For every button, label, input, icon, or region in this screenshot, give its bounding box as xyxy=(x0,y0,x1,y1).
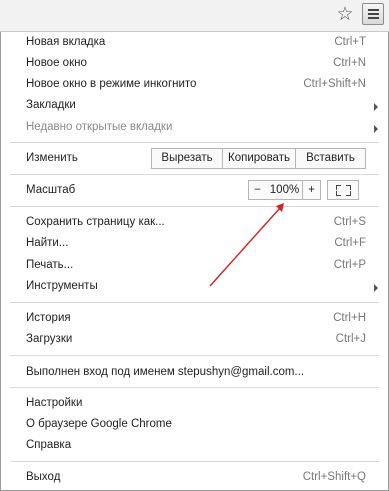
browser-toolbar: ☆ xyxy=(0,0,389,32)
menu-item-label: Сохранить страницу как... xyxy=(26,216,165,228)
zoom-in-button[interactable]: + xyxy=(302,180,321,200)
menu-item-label: Справка xyxy=(26,439,72,451)
menu-item-label: Настройки xyxy=(26,397,83,409)
menu-item-label: О браузере Google Chrome xyxy=(26,418,172,430)
hamburger-icon-line xyxy=(368,13,379,15)
menu-item-help[interactable]: Справка xyxy=(0,435,389,456)
menu-item-label: Недавно открытые вкладки xyxy=(26,121,173,133)
menu-item-new-window[interactable]: Новое окно Ctrl+N xyxy=(0,53,389,74)
menu-item-bookmarks[interactable]: Закладки xyxy=(0,95,389,116)
fullscreen-button[interactable] xyxy=(327,180,359,200)
menu-separator xyxy=(10,142,379,143)
menu-item-label: Найти... xyxy=(26,237,69,249)
menu-item-shortcut: Ctrl+T xyxy=(334,36,366,48)
menu-item-tools[interactable]: Инструменты xyxy=(0,276,389,297)
menu-item-find[interactable]: Найти... Ctrl+F xyxy=(0,233,389,254)
hamburger-icon-line xyxy=(368,17,379,19)
cut-button[interactable]: Вырезать xyxy=(151,148,223,169)
menu-item-label: Инструменты xyxy=(26,280,98,292)
menu-item-label: Печать... xyxy=(26,259,74,271)
menu-item-recent-tabs[interactable]: Недавно открытые вкладки xyxy=(0,117,389,138)
menu-item-shortcut: Ctrl+F xyxy=(334,237,366,249)
menu-separator xyxy=(10,174,379,175)
menu-item-signed-in[interactable]: Выполнен вход под именем stepushyn@gmail… xyxy=(0,362,389,383)
fullscreen-icon-corner xyxy=(336,191,341,196)
fullscreen-icon-corner xyxy=(346,191,351,196)
menu-item-shortcut: Ctrl+H xyxy=(333,312,366,324)
copy-button[interactable]: Копировать xyxy=(222,148,296,169)
menu-item-label: Новое окно в режиме инкогнито xyxy=(26,78,197,90)
menu-item-exit[interactable]: Выход Ctrl+Shift+Q xyxy=(0,467,389,488)
menu-separator xyxy=(10,387,379,388)
menu-item-label: История xyxy=(26,312,71,324)
menu-item-print[interactable]: Печать... Ctrl+P xyxy=(0,255,389,276)
menu-item-label: Закладки xyxy=(26,99,76,111)
chrome-menu-button[interactable] xyxy=(362,3,384,25)
menu-item-shortcut: Ctrl+Shift+Q xyxy=(302,471,366,483)
submenu-arrow-icon xyxy=(374,103,378,111)
menu-item-history[interactable]: История Ctrl+H xyxy=(0,308,389,329)
menu-item-label: Новое окно xyxy=(26,57,87,69)
signed-in-label: Выполнен вход под именем stepushyn@gmail… xyxy=(26,366,305,378)
menu-separator xyxy=(10,461,379,462)
menu-separator xyxy=(10,302,379,303)
hamburger-icon xyxy=(368,9,379,11)
menu-item-shortcut: Ctrl+P xyxy=(333,259,366,271)
zoom-level-value: 100% xyxy=(266,180,303,200)
bookmark-star-icon[interactable]: ☆ xyxy=(335,5,355,25)
menu-item-label: Новая вкладка xyxy=(26,36,106,48)
menu-item-about[interactable]: О браузере Google Chrome xyxy=(0,414,389,435)
submenu-arrow-icon xyxy=(374,125,378,133)
menu-item-incognito[interactable]: Новое окно в режиме инкогнито Ctrl+Shift… xyxy=(0,74,389,95)
zoom-out-button[interactable]: − xyxy=(248,180,267,200)
menu-separator xyxy=(10,355,379,356)
menu-item-shortcut: Ctrl+J xyxy=(335,333,366,345)
menu-item-label: Загрузки xyxy=(26,333,73,345)
edit-label: Изменить xyxy=(26,152,78,164)
menu-separator xyxy=(10,206,379,207)
zoom-label: Масштаб xyxy=(26,184,76,196)
submenu-arrow-icon xyxy=(374,284,378,292)
menu-item-downloads[interactable]: Загрузки Ctrl+J xyxy=(0,329,389,350)
menu-item-settings[interactable]: Настройки xyxy=(0,393,389,414)
fullscreen-icon-corner xyxy=(346,185,351,190)
menu-item-shortcut: Ctrl+N xyxy=(333,57,366,69)
menu-item-label: Выход xyxy=(26,471,61,483)
menu-item-shortcut: Ctrl+S xyxy=(333,216,366,228)
paste-button[interactable]: Вставить xyxy=(295,148,366,169)
fullscreen-icon xyxy=(336,185,341,190)
menu-item-new-tab[interactable]: Новая вкладка Ctrl+T xyxy=(0,32,389,53)
menu-item-shortcut: Ctrl+Shift+N xyxy=(303,78,366,90)
menu-item-save-page[interactable]: Сохранить страницу как... Ctrl+S xyxy=(0,212,389,233)
